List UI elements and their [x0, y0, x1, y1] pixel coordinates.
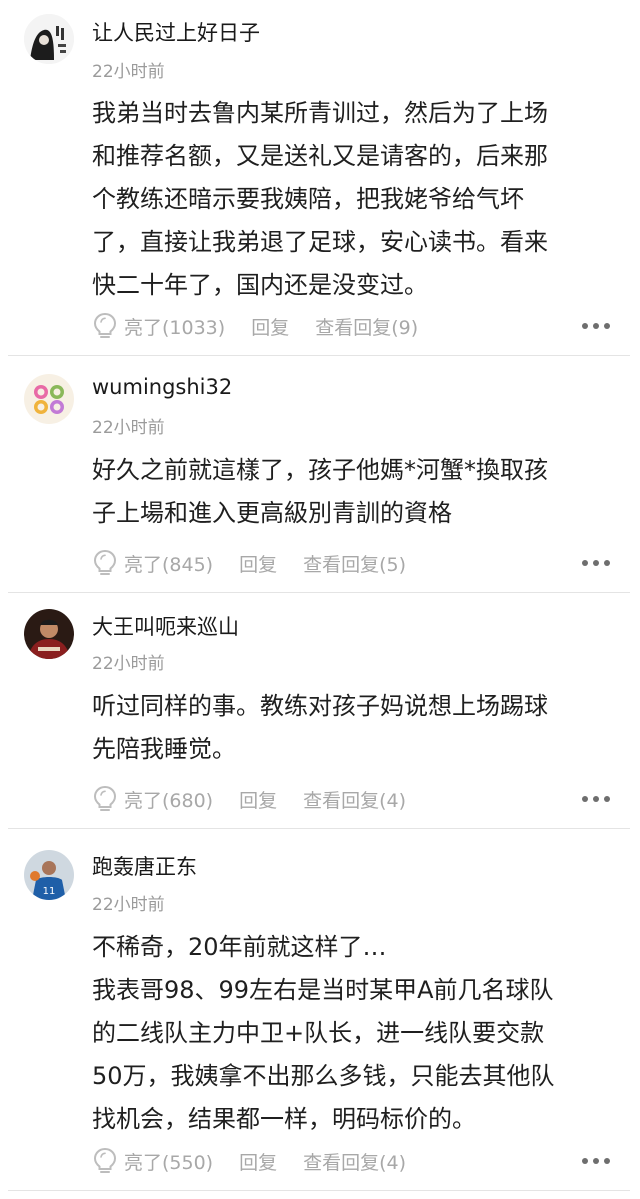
username[interactable]: 跑轰唐正东 — [92, 851, 197, 881]
like-button[interactable]: 亮了(550) — [92, 1147, 213, 1175]
svg-text:11: 11 — [43, 886, 56, 897]
comment-line: 不稀奇，20年前就这样了… — [92, 933, 387, 961]
comment-text: 不稀奇，20年前就这样了… 我表哥98、99左右是当时某甲A前几名球队 的二线队… — [92, 926, 612, 1141]
comment-actions: 亮了(845) 回复 查看回复(5) — [92, 546, 610, 580]
comment-line: 了，直接让我弟退了足球，安心读书。看来 — [92, 228, 548, 256]
comment-line: 和推荐名额，又是送礼又是请客的，后来那 — [92, 142, 548, 170]
comment-line: 子上場和進入更高級別青訓的資格 — [92, 499, 452, 527]
like-button[interactable]: 亮了(1033) — [92, 312, 225, 340]
reply-button[interactable]: 回复 — [239, 550, 277, 577]
view-replies-link[interactable]: 查看回复(4) — [303, 786, 406, 813]
comment-text: 听过同样的事。教练对孩子妈说想上场踢球 先陪我睡觉。 — [92, 685, 612, 771]
view-replies-link[interactable]: 查看回复(4) — [303, 1148, 406, 1175]
username[interactable]: 大王叫呃来巡山 — [92, 611, 239, 641]
username[interactable]: wumingshi32 — [92, 375, 232, 399]
comment-item: 让人民过上好日子 22小时前 我弟当时去鲁内某所青训过，然后为了上场 和推荐名额… — [0, 0, 640, 356]
avatar[interactable] — [24, 14, 74, 64]
comment-line: 快二十年了，国内还是没变过。 — [92, 271, 428, 299]
comment-actions: 亮了(680) 回复 查看回复(4) — [92, 782, 610, 816]
avatar[interactable]: 11 — [24, 850, 74, 900]
avatar[interactable] — [24, 609, 74, 659]
lightbulb-icon — [93, 785, 117, 811]
reply-button[interactable]: 回复 — [239, 1148, 277, 1175]
lightbulb-icon — [93, 1147, 117, 1173]
timestamp: 22小时前 — [92, 895, 165, 915]
like-button[interactable]: 亮了(845) — [92, 549, 213, 577]
like-count: 亮了(845) — [124, 553, 214, 576]
comment-line: 找机会，结果都一样，明码标价的。 — [92, 1105, 476, 1133]
timestamp: 22小时前 — [92, 654, 165, 674]
like-button[interactable]: 亮了(680) — [92, 785, 213, 813]
comment-text: 我弟当时去鲁内某所青训过，然后为了上场 和推荐名额，又是送礼又是请客的，后来那 … — [92, 92, 612, 307]
comment-line: 听过同样的事。教练对孩子妈说想上场踢球 — [92, 692, 548, 720]
like-count: 亮了(680) — [124, 789, 214, 812]
comment-line: 我表哥98、99左右是当时某甲A前几名球队 — [92, 976, 554, 1004]
timestamp: 22小时前 — [92, 418, 165, 438]
comment-line: 先陪我睡觉。 — [92, 735, 236, 763]
reply-button[interactable]: 回复 — [239, 786, 277, 813]
comment-line: 好久之前就這樣了，孩子他媽*河蟹*換取孩 — [92, 456, 548, 484]
comment-actions: 亮了(1033) 回复 查看回复(9) — [92, 309, 610, 343]
like-count: 亮了(1033) — [124, 316, 226, 339]
more-dots-icon[interactable] — [582, 560, 610, 566]
comment-line: 我弟当时去鲁内某所青训过，然后为了上场 — [92, 99, 548, 127]
view-replies-link[interactable]: 查看回复(5) — [303, 550, 406, 577]
view-replies-link[interactable]: 查看回复(9) — [315, 313, 418, 340]
more-dots-icon[interactable] — [582, 1158, 610, 1164]
comment-item: 11 跑轰唐正东 22小时前 不稀奇，20年前就这样了… 我表哥98、99左右是… — [0, 828, 640, 1199]
lightbulb-icon — [93, 312, 117, 338]
divider — [8, 1190, 630, 1191]
like-count: 亮了(550) — [124, 1151, 214, 1174]
comment-item: wumingshi32 22小时前 好久之前就這樣了，孩子他媽*河蟹*換取孩 子… — [0, 356, 640, 593]
comment-item: 大王叫呃来巡山 22小时前 听过同样的事。教练对孩子妈说想上场踢球 先陪我睡觉。… — [0, 592, 640, 829]
timestamp: 22小时前 — [92, 62, 165, 82]
username[interactable]: 让人民过上好日子 — [92, 17, 260, 47]
comment-actions: 亮了(550) 回复 查看回复(4) — [92, 1144, 610, 1178]
lightbulb-icon — [93, 549, 117, 575]
reply-button[interactable]: 回复 — [251, 313, 289, 340]
more-dots-icon[interactable] — [582, 796, 610, 802]
comment-text: 好久之前就這樣了，孩子他媽*河蟹*換取孩 子上場和進入更高級別青訓的資格 — [92, 449, 612, 535]
comment-line: 个教练还暗示要我姨陪，把我姥爷给气坏 — [92, 185, 524, 213]
comment-line: 的二线队主力中卫+队长，进一线队要交款 — [92, 1019, 545, 1047]
avatar[interactable] — [24, 374, 74, 424]
comment-line: 50万，我姨拿不出那么多钱，只能去其他队 — [92, 1062, 555, 1090]
more-dots-icon[interactable] — [582, 323, 610, 329]
